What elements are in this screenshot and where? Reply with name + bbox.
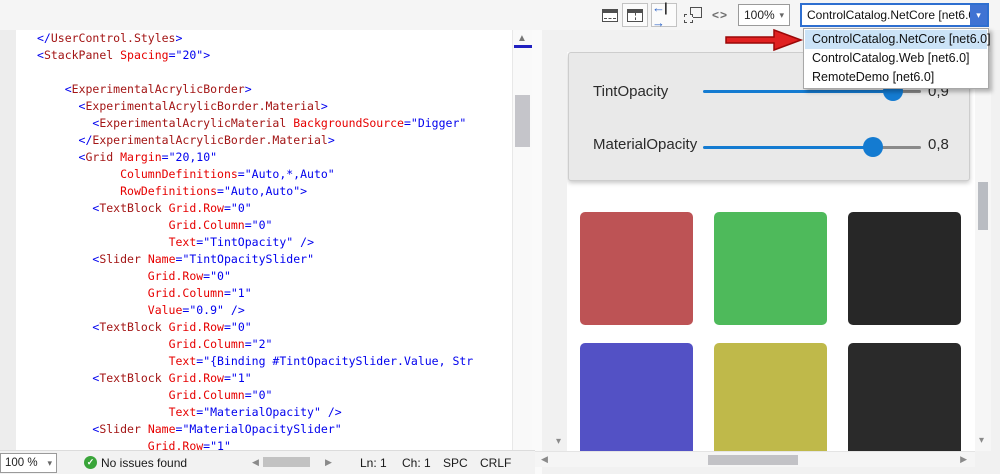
swap-panes-button[interactable]: ←|→ bbox=[651, 0, 677, 30]
project-dropdown-item[interactable]: RemoteDemo [net6.0] bbox=[805, 68, 987, 87]
split-vertical-icon bbox=[627, 8, 643, 22]
code-line: Grid.Row="1" bbox=[147, 439, 231, 450]
code-line: <StackPanel Spacing="20"> bbox=[37, 48, 211, 62]
scroll-down-icon[interactable]: ▾ bbox=[556, 436, 561, 447]
no-issues-check-icon: ✓ bbox=[84, 456, 97, 469]
code-line: <ExperimentalAcrylicMaterial BackgroundS… bbox=[92, 116, 467, 130]
code-line: <Slider Name="TintOpacitySlider" bbox=[92, 252, 314, 266]
code-line: <TextBlock Grid.Row="0" bbox=[92, 320, 252, 334]
status-line-number: Ln: 1 bbox=[360, 456, 387, 470]
code-line: <TextBlock Grid.Row="0" bbox=[92, 201, 252, 215]
code-line: RowDefinitions="Auto,Auto"> bbox=[120, 184, 308, 198]
editor-zoom-select[interactable]: 100 % ▾ bbox=[0, 453, 57, 473]
editor-statusbar: 100 % ▾ ✓ No issues found ◀ ▶ Ln: 1 Ch: … bbox=[0, 450, 535, 474]
pane-splitter[interactable] bbox=[532, 30, 542, 474]
scroll-right-icon[interactable]: ▶ bbox=[960, 454, 967, 465]
preview-window: TintOpacity 0,9 MaterialOpacity 0,8 bbox=[567, 52, 975, 451]
color-swatch bbox=[848, 343, 961, 451]
designer-toolbar: ←|→ <> 100% ▾ ControlCatalog.NetCore [ne… bbox=[0, 0, 1000, 30]
code-line: Grid.Column="2" bbox=[168, 337, 273, 351]
code-line: <Grid Margin="20,10" bbox=[78, 150, 218, 164]
red-annotation-arrow bbox=[725, 28, 804, 52]
status-column-number: Ch: 1 bbox=[402, 456, 431, 470]
code-line: Text="TintOpacity" /> bbox=[168, 235, 314, 249]
slider-track-filled[interactable] bbox=[703, 90, 893, 93]
preview-vscroll-thumb[interactable] bbox=[978, 182, 988, 230]
slider-label: MaterialOpacity bbox=[593, 136, 698, 153]
chevron-down-icon: ▾ bbox=[779, 9, 784, 20]
code-line: </ExperimentalAcrylicBorder.Material> bbox=[78, 133, 335, 147]
designer-zoom-value: 100% bbox=[744, 8, 775, 22]
project-combobox[interactable]: ControlCatalog.NetCore [net6.0] ▾ bbox=[800, 3, 989, 27]
preview-hscroll-thumb[interactable] bbox=[708, 455, 798, 465]
code-line: <Slider Name="MaterialOpacitySlider" bbox=[92, 422, 342, 436]
status-line-ending: CRLF bbox=[480, 456, 512, 470]
slider-value: 0,8 bbox=[928, 136, 949, 153]
scroll-left-icon[interactable]: ◀ bbox=[252, 457, 259, 468]
code-line: ColumnDefinitions="Auto,*,Auto" bbox=[120, 167, 335, 181]
scroll-right-icon[interactable]: ▶ bbox=[325, 457, 332, 468]
xaml-code-text: </UserControl.Styles> <StackPanel Spacing… bbox=[37, 30, 473, 450]
code-line: Grid.Column="0" bbox=[168, 218, 273, 232]
split-horizontal-icon bbox=[602, 8, 618, 22]
color-swatch bbox=[848, 212, 961, 325]
code-line: Grid.Column="0" bbox=[168, 388, 273, 402]
scroll-up-icon[interactable]: ▲ bbox=[517, 33, 527, 44]
editor-vscroll-thumb[interactable] bbox=[515, 95, 530, 147]
color-swatch bbox=[580, 343, 693, 451]
code-line: <TextBlock Grid.Row="1" bbox=[92, 371, 252, 385]
split-vertical-button[interactable] bbox=[622, 3, 648, 27]
editor-gutter bbox=[0, 30, 16, 450]
caret-position-marker bbox=[514, 45, 532, 48]
project-dropdown-item[interactable]: ControlCatalog.Web [net6.0] bbox=[805, 49, 987, 68]
code-line: </UserControl.Styles> bbox=[37, 31, 183, 45]
split-horizontal-button[interactable] bbox=[597, 3, 623, 27]
code-line: <ExperimentalAcrylicBorder> bbox=[64, 82, 252, 96]
code-view-button[interactable]: <> bbox=[707, 3, 733, 27]
preview-vertical-scrollbar[interactable] bbox=[975, 52, 991, 451]
code-line: Text="{Binding #TintOpacitySlider.Value,… bbox=[168, 354, 474, 368]
slider-thumb[interactable] bbox=[863, 137, 883, 157]
designer-zoom-select[interactable]: 100% ▾ bbox=[738, 4, 790, 26]
scroll-left-icon[interactable]: ◀ bbox=[541, 454, 548, 465]
code-line: Grid.Column="1" bbox=[147, 286, 252, 300]
project-dropdown-list: ControlCatalog.NetCore [net6.0] ControlCa… bbox=[803, 28, 991, 89]
color-swatch bbox=[714, 343, 827, 451]
project-combobox-dropdown-button[interactable]: ▾ bbox=[970, 5, 987, 25]
slider-track-filled[interactable] bbox=[703, 146, 873, 149]
preview-horizontal-scrollbar[interactable]: ◀ ▶ bbox=[535, 451, 975, 467]
status-space-mode: SPC bbox=[443, 456, 468, 470]
xaml-code-editor[interactable]: </UserControl.Styles> <StackPanel Spacing… bbox=[16, 30, 512, 450]
editor-hscroll-thumb[interactable] bbox=[263, 457, 310, 467]
editor-vertical-scrollbar[interactable]: ▲ bbox=[512, 30, 532, 450]
float-window-button[interactable] bbox=[680, 3, 706, 27]
issues-status-text[interactable]: No issues found bbox=[101, 456, 187, 470]
chevron-down-icon: ▾ bbox=[47, 457, 52, 468]
color-swatch bbox=[580, 212, 693, 325]
editor-zoom-value: 100 % bbox=[5, 457, 38, 469]
project-dropdown-item[interactable]: ControlCatalog.NetCore [net6.0] bbox=[805, 30, 991, 49]
slider-label: TintOpacity bbox=[593, 83, 669, 100]
swap-panes-icon: ←|→ bbox=[652, 0, 668, 30]
color-swatch bbox=[714, 212, 827, 325]
float-window-icon bbox=[684, 7, 702, 23]
project-combobox-value: ControlCatalog.NetCore [net6.0] bbox=[807, 8, 970, 22]
code-line: <ExperimentalAcrylicBorder.Material> bbox=[78, 99, 328, 113]
code-line: Grid.Row="0" bbox=[147, 269, 231, 283]
code-view-icon: <> bbox=[711, 8, 728, 22]
code-line: Value="0.9" /> bbox=[147, 303, 245, 317]
code-line: Text="MaterialOpacity" /> bbox=[168, 405, 342, 419]
scroll-down-icon[interactable]: ▾ bbox=[979, 435, 984, 446]
